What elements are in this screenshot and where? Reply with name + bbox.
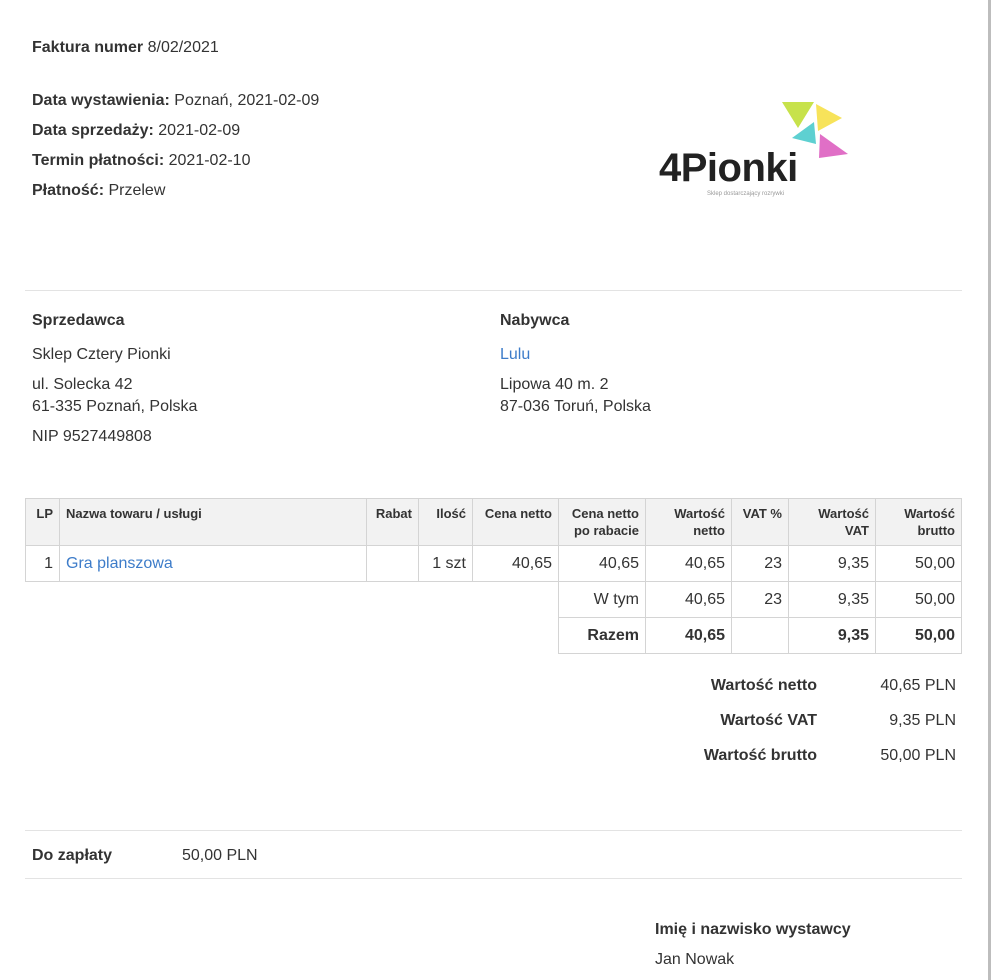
logo-wordmark: 4Pionki: [659, 146, 798, 190]
invoice-number-line: Faktura numer 8/02/2021: [32, 39, 219, 57]
col-header-gross-value-line1: Wartość: [904, 506, 955, 521]
total-vat-pct: [731, 617, 789, 654]
summary-gross-label: Wartość brutto: [703, 747, 817, 764]
summary-net-label: Wartość netto: [710, 677, 817, 694]
company-logo: 4Pionki Sklep dostarczający rozrywki: [655, 98, 855, 203]
buyer-name-link[interactable]: Lulu: [500, 346, 530, 364]
col-header-vat-value-line2: VAT: [844, 523, 869, 538]
table-row: 1 Gra planszowa 1 szt 40,65 40,65 40,65 …: [25, 545, 962, 582]
summary-gross-value: 50,00 PLN: [880, 747, 956, 764]
total-spacer: [26, 618, 559, 654]
due-date-label: Termin płatności:: [32, 152, 165, 169]
incl-gross-value: 50,00: [875, 581, 962, 618]
col-header-vat-value: Wartość VAT: [788, 498, 876, 546]
summary-vat-label: Wartość VAT: [720, 712, 817, 729]
amount-due-label: Do zapłaty: [32, 847, 113, 864]
total-vat-value: 9,35: [788, 617, 876, 654]
issue-date-label: Data wystawienia:: [32, 92, 170, 109]
seller-street: ul. Solecka 42: [32, 376, 133, 393]
summary-vat-value: 9,35 PLN: [889, 712, 956, 729]
col-header-net-value: Wartość netto: [645, 498, 732, 546]
col-header-gross-value: Wartość brutto: [875, 498, 962, 546]
seller-city: 61-335 Poznań, Polska: [32, 398, 198, 415]
table-row-total: Razem 40,65 9,35 50,00: [26, 617, 962, 654]
payment-method-line: Płatność: Przelew: [32, 182, 165, 200]
seller-name: Sklep Cztery Pionki: [32, 346, 171, 363]
due-date-line: Termin płatności: 2021-02-10: [32, 152, 250, 170]
divider-payment-bottom: [25, 878, 962, 879]
items-table: LP Nazwa towaru / usługi Rabat Ilość Cen…: [25, 498, 962, 654]
total-gross-value: 50,00: [875, 617, 962, 654]
col-header-discount: Rabat: [366, 498, 419, 546]
table-header-row: LP Nazwa towaru / usługi Rabat Ilość Cen…: [25, 498, 962, 546]
issue-date-line: Data wystawienia: Poznań, 2021-02-09: [32, 92, 319, 110]
col-header-gross-value-line2: brutto: [917, 523, 955, 538]
col-header-net-price-discounted-line2: po rabacie: [573, 523, 639, 538]
cell-discount: [366, 545, 419, 582]
col-header-net-value-line2: netto: [693, 523, 725, 538]
cell-gross-value: 50,00: [875, 545, 962, 582]
col-header-lp: LP: [25, 498, 60, 546]
sale-date-value: 2021-02-09: [158, 122, 241, 139]
divider-payment-top: [25, 830, 962, 831]
total-net-value: 40,65: [645, 617, 732, 654]
issuer-name: Jan Nowak: [655, 951, 735, 968]
col-header-net-price: Cena netto: [472, 498, 559, 546]
issuer-label: Imię i nazwisko wystawcy: [655, 921, 851, 938]
invoice-number-value: 8/02/2021: [147, 39, 219, 56]
incl-label: W tym: [558, 581, 646, 618]
cell-product-link[interactable]: Gra planszowa: [59, 545, 367, 582]
buyer-title: Nabywca: [500, 312, 570, 329]
col-header-vat-value-line1: Wartość: [818, 506, 869, 521]
cell-lp: 1: [25, 545, 60, 582]
incl-net-value: 40,65: [645, 581, 732, 618]
sale-date-line: Data sprzedaży: 2021-02-09: [32, 122, 240, 140]
seller-title: Sprzedawca: [32, 312, 125, 329]
table-row-incl: W tym 40,65 23 9,35 50,00: [26, 581, 962, 618]
buyer-street: Lipowa 40 m. 2: [500, 376, 609, 393]
col-header-qty: Ilość: [418, 498, 473, 546]
incl-vat-value: 9,35: [788, 581, 876, 618]
cell-vat-value: 9,35: [788, 545, 876, 582]
payment-method-label: Płatność:: [32, 182, 105, 199]
seller-nip: NIP 9527449808: [32, 428, 152, 445]
cell-vat-pct: 23: [731, 545, 789, 582]
amount-due-value: 50,00 PLN: [182, 847, 258, 864]
incl-spacer: [26, 582, 559, 618]
col-header-name: Nazwa towaru / usługi: [59, 498, 367, 546]
due-date-value: 2021-02-10: [168, 152, 251, 169]
col-header-net-price-discounted-line1: Cena netto: [571, 506, 639, 521]
cell-net-price-discounted: 40,65: [558, 545, 646, 582]
cell-net-value: 40,65: [645, 545, 732, 582]
col-header-net-price-discounted: Cena netto po rabacie: [558, 498, 646, 546]
summary-net-value: 40,65 PLN: [880, 677, 956, 694]
total-label: Razem: [558, 617, 646, 654]
divider-top: [25, 290, 962, 291]
cell-qty: 1 szt: [418, 545, 473, 582]
cell-net-price: 40,65: [472, 545, 559, 582]
invoice-number-label: Faktura numer: [32, 39, 144, 56]
issue-date-value: Poznań, 2021-02-09: [174, 92, 320, 109]
payment-method-value: Przelew: [108, 182, 166, 199]
buyer-city: 87-036 Toruń, Polska: [500, 398, 651, 415]
incl-vat-pct: 23: [731, 581, 789, 618]
logo-tagline: Sklep dostarczający rozrywki: [707, 191, 785, 197]
sale-date-label: Data sprzedaży:: [32, 122, 154, 139]
col-header-vat-pct: VAT %: [731, 498, 789, 546]
col-header-net-value-line1: Wartość: [674, 506, 725, 521]
